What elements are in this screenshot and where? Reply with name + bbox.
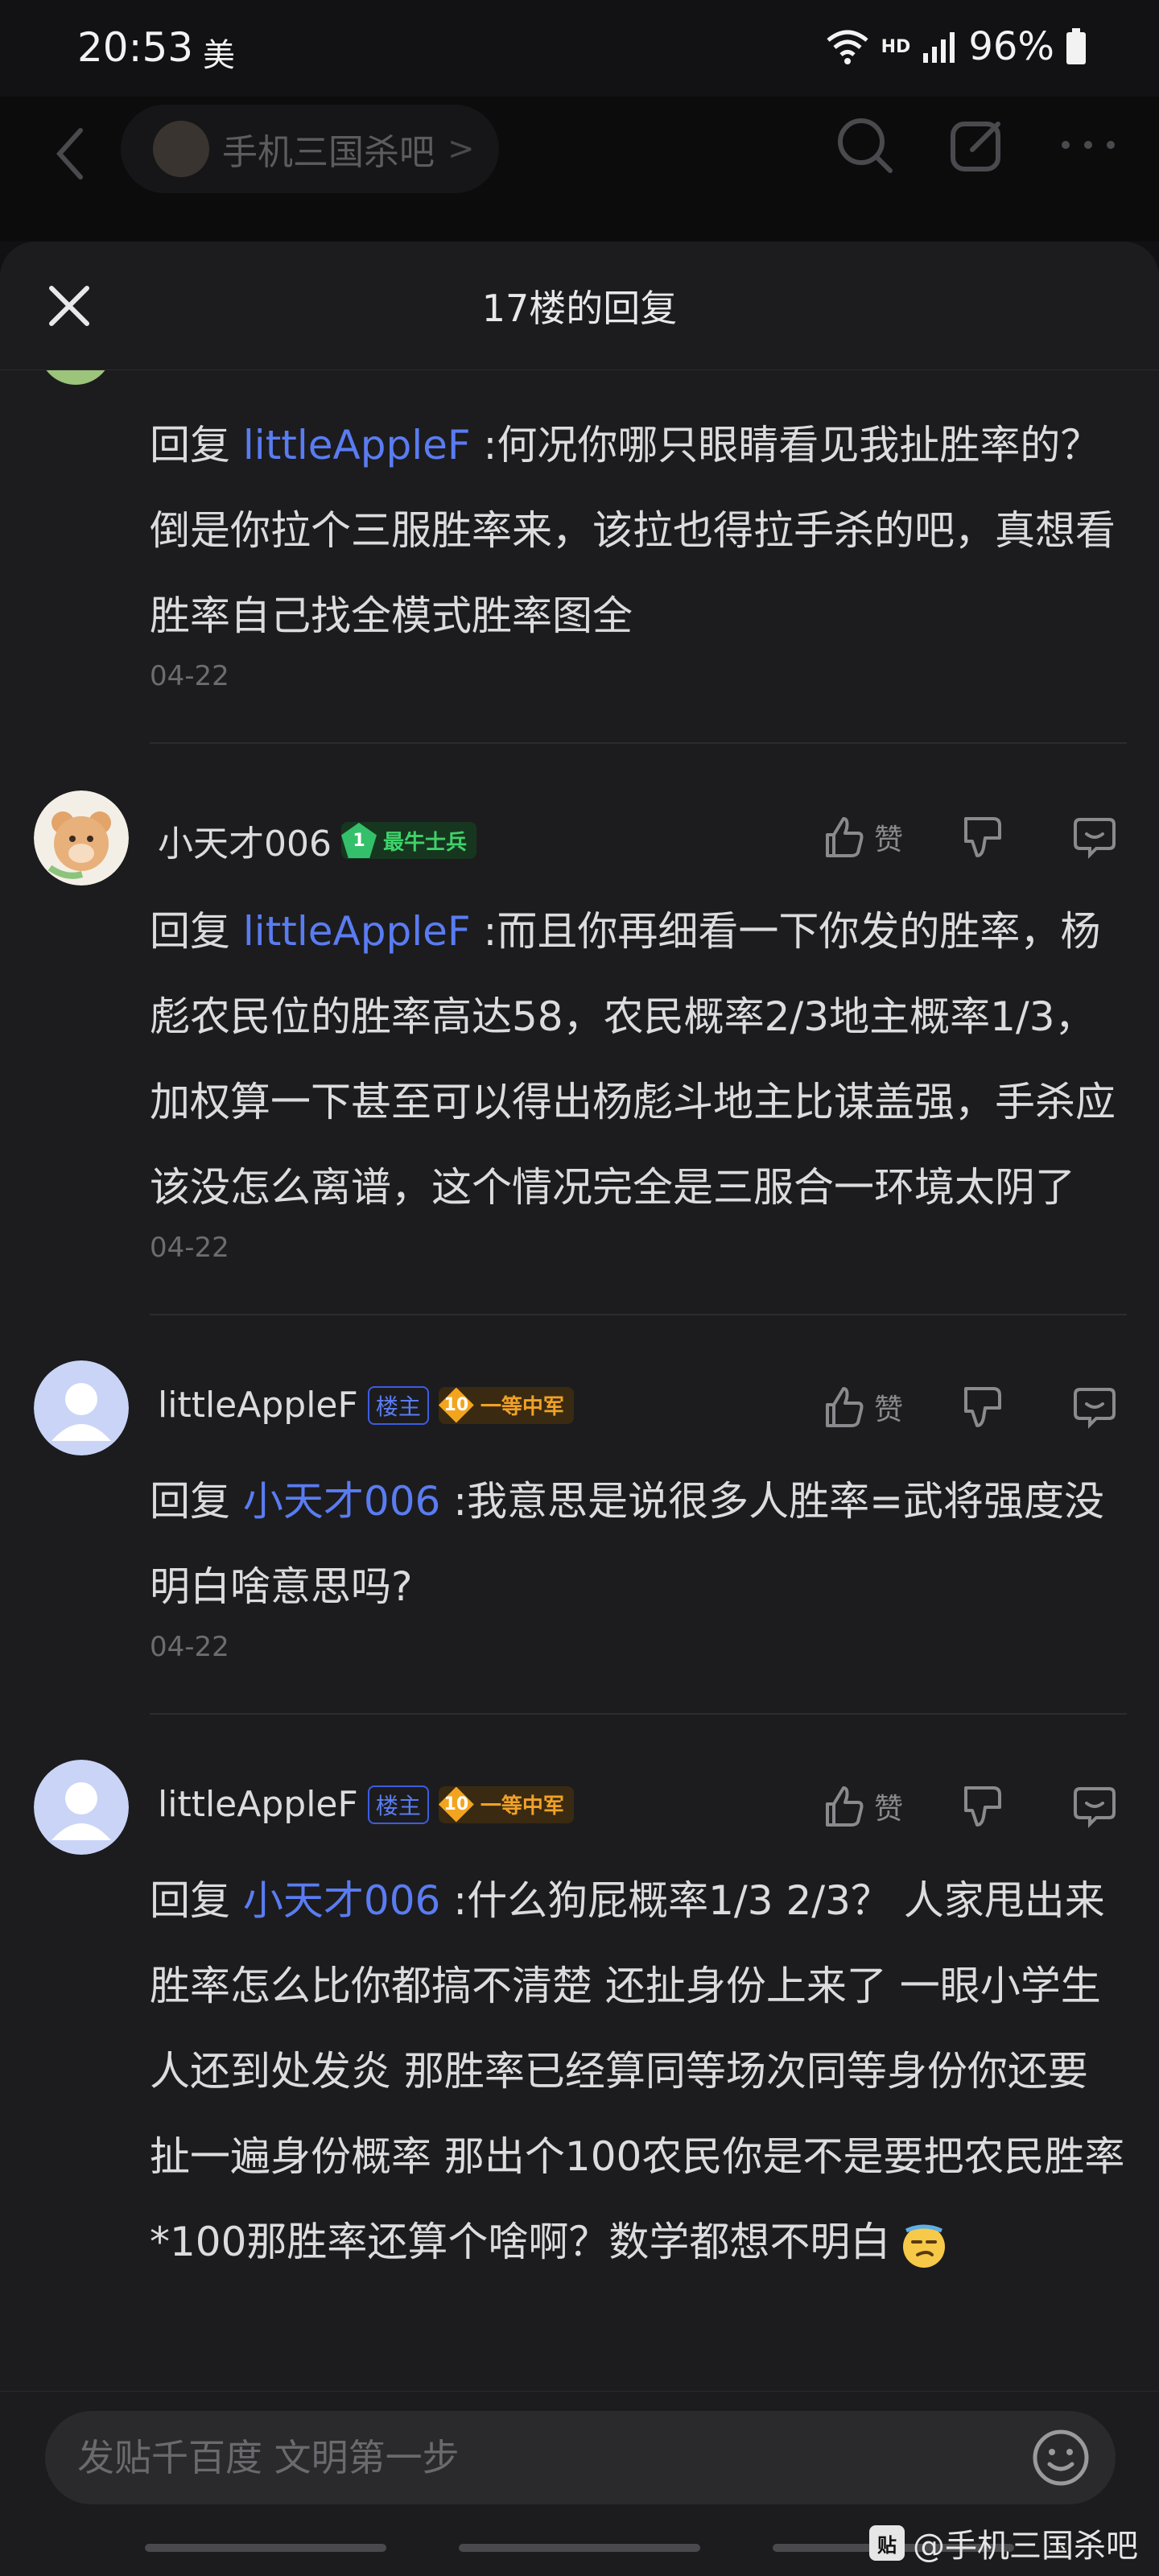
underlying-header: 手机三国杀吧 > bbox=[0, 97, 1159, 242]
watermark-text: @手机三国杀吧 bbox=[913, 2528, 1138, 2565]
level-title: 最牛士兵 bbox=[382, 830, 467, 855]
author-row: 小天才006 1 最牛士兵 赞 bbox=[0, 791, 1159, 887]
username[interactable]: littleAppleF bbox=[158, 1784, 358, 1825]
mention-link[interactable]: littleAppleF bbox=[243, 908, 471, 955]
back-arrow-icon[interactable] bbox=[45, 118, 93, 190]
username[interactable]: littleAppleF bbox=[158, 1385, 358, 1426]
reply-text: 回复 小天才006 :什么狗屁概率1/3 2/3？ 人家甩出来胜率怎么比你都搞不… bbox=[150, 1858, 1127, 2285]
mention-link[interactable]: 小天才006 bbox=[243, 1478, 440, 1525]
comment-actions: 赞 bbox=[823, 1385, 1117, 1430]
thumbs-down-icon bbox=[964, 1786, 1001, 1827]
close-icon[interactable] bbox=[45, 282, 93, 330]
reply-button[interactable] bbox=[1072, 1385, 1117, 1430]
mention-link[interactable]: littleAppleF bbox=[243, 422, 471, 469]
watermark: 贴 @手机三国杀吧 bbox=[869, 2520, 1138, 2566]
owner-badge: 楼主 bbox=[367, 1385, 429, 1425]
compose-icon[interactable] bbox=[945, 113, 1009, 177]
comment-actions: 赞 bbox=[823, 815, 1117, 860]
reply-body: :什么狗屁概率1/3 2/3？ 人家甩出来胜率怎么比你都搞不清楚 还扯身份上来了… bbox=[150, 1877, 1125, 2265]
like-button[interactable]: 赞 bbox=[823, 1385, 903, 1429]
forum-pill[interactable]: 手机三国杀吧 > bbox=[121, 105, 499, 193]
watermark-logo: 贴 bbox=[869, 2525, 905, 2561]
avatar[interactable] bbox=[34, 791, 129, 886]
level-badge: 10 一等中军 bbox=[438, 1386, 574, 1424]
like-button[interactable]: 赞 bbox=[823, 1785, 903, 1828]
reply-list: 回复 littleAppleF :何况你哪只眼睛看见我扯胜率的？倒是你拉个三服胜… bbox=[0, 338, 1159, 2285]
more-icon[interactable] bbox=[1058, 137, 1119, 153]
battery-icon bbox=[1066, 28, 1086, 64]
header-icons bbox=[832, 113, 1119, 177]
reply-prefix: 回复 bbox=[150, 908, 230, 955]
author-row: littleAppleF 楼主 10 一等中军 赞 bbox=[0, 1760, 1159, 1856]
avatar[interactable] bbox=[34, 1760, 129, 1855]
reply-date: 04-22 bbox=[150, 1631, 229, 1663]
level-title: 一等中军 bbox=[480, 1395, 564, 1419]
sheet-title: 17楼的回复 bbox=[481, 286, 678, 330]
user-line: littleAppleF 楼主 10 一等中军 bbox=[158, 1385, 574, 1426]
list-item: 回复 littleAppleF :何况你哪只眼睛看见我扯胜率的？倒是你拉个三服胜… bbox=[0, 370, 1159, 744]
reply-date: 04-22 bbox=[150, 1232, 229, 1264]
emoji-icon[interactable] bbox=[1030, 2427, 1091, 2488]
list-item: littleAppleF 楼主 10 一等中军 赞 回复 小天才006 :我意思是… bbox=[0, 1315, 1159, 1715]
status-bar: 20:53 美 HD 96% bbox=[0, 0, 1159, 97]
author-row: littleAppleF 楼主 10 一等中军 赞 bbox=[0, 1360, 1159, 1457]
avatar[interactable] bbox=[34, 1360, 129, 1455]
reply-button[interactable] bbox=[1072, 1784, 1117, 1829]
comment-input-bar bbox=[0, 2391, 1159, 2520]
reply-prefix: 回复 bbox=[150, 1478, 230, 1525]
reply-button[interactable] bbox=[1072, 815, 1117, 860]
wifi-icon bbox=[827, 30, 868, 64]
reply-date: 04-22 bbox=[150, 660, 229, 692]
like-button[interactable]: 赞 bbox=[823, 815, 903, 859]
comment-icon bbox=[1074, 1787, 1116, 1828]
comment-input-pill[interactable] bbox=[45, 2411, 1116, 2504]
signal-icon bbox=[923, 32, 955, 63]
reply-text: 回复 小天才006 :我意思是说很多人胜率=武将强度没明白啥意思吗? bbox=[150, 1459, 1127, 1629]
level-badge: 1 最牛士兵 bbox=[340, 822, 476, 859]
level-gem-icon: 10 bbox=[438, 1387, 474, 1423]
status-time: 20:53 bbox=[77, 24, 194, 71]
search-icon[interactable] bbox=[832, 113, 897, 177]
reply-sheet: 17楼的回复 回复 littleAppleF :何况你哪只眼睛看见我扯胜率的？倒… bbox=[0, 242, 1159, 2576]
status-carrier: 美 bbox=[203, 37, 235, 74]
level-gem-icon: 10 bbox=[438, 1786, 474, 1823]
forum-name: 手机三国杀吧 bbox=[222, 132, 435, 173]
list-item: 小天才006 1 最牛士兵 赞 回复 littleAppleF :而且你再细看一下… bbox=[0, 744, 1159, 1315]
thumbs-down-icon bbox=[964, 817, 1001, 857]
dislike-button[interactable] bbox=[961, 815, 1004, 859]
user-line: 小天才006 1 最牛士兵 bbox=[158, 815, 476, 866]
reply-text: 回复 littleAppleF :何况你哪只眼睛看见我扯胜率的？倒是你拉个三服胜… bbox=[150, 402, 1127, 658]
user-line: littleAppleF 楼主 10 一等中军 bbox=[158, 1784, 574, 1825]
chevron-right-icon: > bbox=[448, 130, 475, 167]
comment-icon bbox=[1074, 1388, 1116, 1429]
list-item: littleAppleF 楼主 10 一等中军 赞 回复 小天才006 :什么狗屁… bbox=[0, 1715, 1159, 2285]
reply-prefix: 回复 bbox=[150, 422, 230, 469]
reply-text: 回复 littleAppleF :而且你再细看一下你发的胜率，杨彪农民位的胜率高… bbox=[150, 889, 1127, 1230]
comment-actions: 赞 bbox=[823, 1784, 1117, 1829]
forum-logo bbox=[153, 121, 209, 177]
level-badge: 10 一等中军 bbox=[438, 1785, 574, 1823]
battery-percent: 96% bbox=[968, 24, 1054, 69]
smirk-emoji-icon bbox=[903, 2224, 946, 2268]
level-gem-icon: 1 bbox=[340, 823, 377, 858]
comment-icon bbox=[1074, 818, 1116, 859]
username[interactable]: 小天才006 bbox=[158, 815, 332, 866]
hd-indicator: HD bbox=[881, 36, 911, 57]
owner-badge: 楼主 bbox=[367, 1785, 429, 1824]
dislike-button[interactable] bbox=[961, 1385, 1004, 1429]
thumbs-up-icon bbox=[825, 1387, 864, 1427]
thumbs-down-icon bbox=[964, 1387, 1001, 1427]
level-title: 一等中军 bbox=[480, 1794, 564, 1818]
comment-input[interactable] bbox=[77, 2436, 963, 2479]
reply-prefix: 回复 bbox=[150, 1877, 230, 1924]
thumbs-up-icon bbox=[825, 1786, 864, 1827]
mention-link[interactable]: 小天才006 bbox=[243, 1877, 440, 1924]
nav-bar-left bbox=[145, 2544, 386, 2552]
status-icons: HD 96% bbox=[825, 24, 1087, 69]
thumbs-up-icon bbox=[825, 817, 864, 857]
dislike-button[interactable] bbox=[961, 1785, 1004, 1828]
sheet-header: 17楼的回复 bbox=[0, 242, 1159, 370]
nav-bar-center bbox=[459, 2544, 700, 2552]
